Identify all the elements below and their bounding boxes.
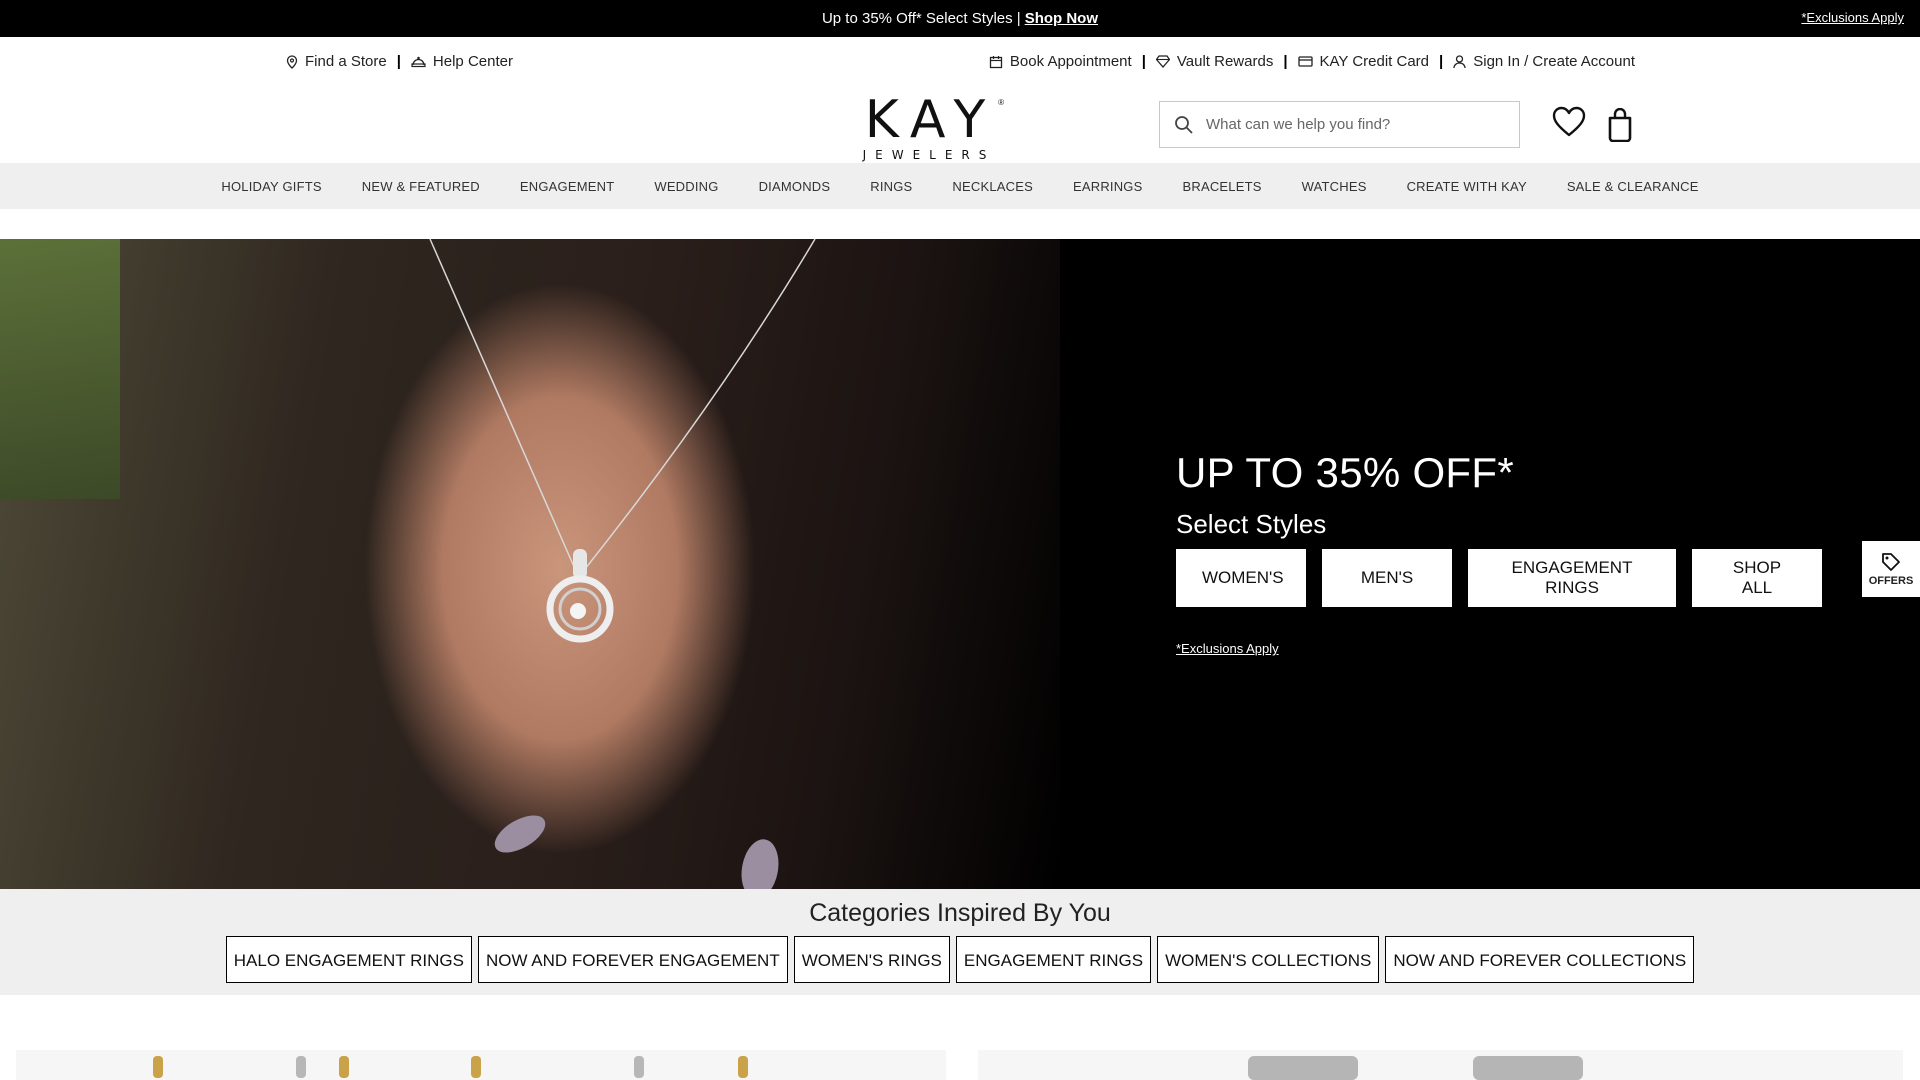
credit-card-icon (1297, 56, 1313, 67)
offers-tab[interactable]: OFFERS (1860, 539, 1920, 599)
product-tile[interactable] (16, 1050, 946, 1080)
category-chip[interactable]: WOMEN'S COLLECTIONS (1157, 936, 1380, 983)
utility-links-right: Book Appointment | Vault Rewards | KAY C… (989, 53, 1635, 70)
womens-button[interactable]: WOMEN'S (1176, 549, 1306, 607)
sign-in-link[interactable]: Sign In / Create Account (1453, 53, 1635, 70)
utility-links-left: Find a Store | Help Center (286, 53, 513, 70)
search-input[interactable] (1204, 115, 1508, 134)
nav-bracelets[interactable]: BRACELETS (1183, 179, 1262, 194)
shop-all-button[interactable]: SHOP ALL (1692, 549, 1822, 607)
logo-wordmark: KAY (864, 90, 998, 150)
shop-now-link[interactable]: Shop Now (1025, 10, 1098, 27)
product-tiles-preview (0, 1050, 1920, 1080)
search-icon[interactable] (1174, 115, 1194, 135)
sign-in-label: Sign In / Create Account (1473, 53, 1635, 70)
help-icon (411, 56, 426, 68)
nav-necklaces[interactable]: NECKLACES (952, 179, 1033, 194)
logo-registered-mark: ® (998, 98, 1004, 107)
promo-exclusions-link[interactable]: *Exclusions Apply (1801, 10, 1904, 25)
product-image (339, 1056, 349, 1078)
nav-sale-clearance[interactable]: SALE & CLEARANCE (1567, 179, 1699, 194)
product-image (296, 1056, 306, 1078)
shopping-bag-icon[interactable] (1607, 108, 1633, 142)
find-store-label: Find a Store (305, 53, 387, 70)
product-image (1473, 1056, 1583, 1080)
hero-exclusions-link[interactable]: *Exclusions Apply (1176, 641, 1279, 656)
hero-copy: UP TO 35% OFF* Select Styles (1176, 449, 1514, 540)
product-tile[interactable] (978, 1050, 1903, 1080)
nav-wedding[interactable]: WEDDING (654, 179, 718, 194)
product-image (634, 1056, 644, 1078)
map-pin-icon (286, 54, 298, 69)
nav-rings[interactable]: RINGS (870, 179, 912, 194)
hero-subtitle: Select Styles (1176, 509, 1327, 539)
category-chip[interactable]: WOMEN'S RINGS (793, 936, 950, 983)
vault-rewards-label: Vault Rewards (1176, 53, 1274, 70)
category-chips: HALO ENGAGEMENT RINGS NOW AND FOREVER EN… (0, 936, 1920, 983)
nav-diamonds[interactable]: DIAMONDS (759, 179, 831, 194)
categories-section: Categories Inspired By You HALO ENGAGEME… (0, 889, 1920, 995)
credit-card-label: KAY Credit Card (1319, 53, 1430, 70)
separator: | (1283, 53, 1288, 70)
search-box (1159, 101, 1520, 148)
categories-title: Categories Inspired By You (809, 899, 1111, 927)
offers-label: OFFERS (1868, 574, 1914, 587)
necklace-pendant-image (429, 239, 816, 889)
category-chip[interactable]: HALO ENGAGEMENT RINGS (225, 936, 472, 983)
nav-new-featured[interactable]: NEW & FEATURED (362, 179, 480, 194)
product-image (471, 1056, 481, 1078)
calendar-icon (989, 55, 1003, 68)
category-chip[interactable]: ENGAGEMENT RINGS (955, 936, 1152, 983)
nav-engagement[interactable]: ENGAGEMENT (520, 179, 614, 194)
help-center-label: Help Center (432, 53, 513, 70)
product-image (1248, 1056, 1358, 1080)
find-store-link[interactable]: Find a Store (286, 53, 387, 70)
credit-card-link[interactable]: KAY Credit Card (1297, 53, 1430, 70)
nav-earrings[interactable]: EARRINGS (1073, 179, 1143, 194)
nav-create-with-kay[interactable]: CREATE WITH KAY (1407, 179, 1527, 194)
hero-banner[interactable]: UP TO 35% OFF* Select Styles WOMEN'S MEN… (0, 239, 1920, 889)
mens-button[interactable]: MEN'S (1322, 549, 1452, 607)
engagement-rings-button[interactable]: ENGAGEMENT RINGS (1468, 549, 1676, 607)
vault-rewards-link[interactable]: Vault Rewards (1155, 53, 1274, 70)
category-chip[interactable]: NOW AND FOREVER COLLECTIONS (1385, 936, 1695, 983)
logo-subtitle: JEWELERS (862, 148, 996, 162)
heart-icon[interactable] (1552, 106, 1586, 138)
nav-watches[interactable]: WATCHES (1302, 179, 1367, 194)
nav-holiday-gifts[interactable]: HOLIDAY GIFTS (221, 179, 321, 194)
promo-bar: Up to 35% Off* Select Styles | Shop Now … (0, 0, 1920, 37)
hero-buttons: WOMEN'S MEN'S ENGAGEMENT RINGS SHOP ALL (1176, 549, 1822, 607)
book-appointment-link[interactable]: Book Appointment (989, 53, 1132, 70)
hero-image (0, 239, 1060, 889)
product-image (153, 1056, 163, 1078)
tag-icon (1882, 552, 1900, 571)
category-chip[interactable]: NOW AND FOREVER ENGAGEMENT (477, 936, 788, 983)
promo-text: Up to 35% Off* Select Styles | (821, 10, 1021, 27)
help-center-link[interactable]: Help Center (411, 53, 513, 70)
separator: | (396, 53, 401, 70)
product-image (738, 1056, 748, 1078)
separator: | (1141, 53, 1146, 70)
separator: | (1439, 53, 1444, 70)
vault-icon (1155, 55, 1170, 68)
book-appointment-label: Book Appointment (1009, 53, 1132, 70)
main-nav: HOLIDAY GIFTS NEW & FEATURED ENGAGEMENT … (0, 163, 1920, 209)
hero-title: UP TO 35% OFF* (1176, 449, 1514, 496)
user-icon (1453, 54, 1466, 68)
kay-logo[interactable]: KAY JEWELERS ® (850, 90, 1004, 162)
